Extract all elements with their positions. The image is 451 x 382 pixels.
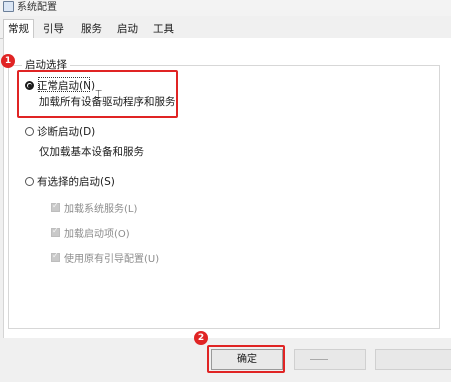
diagnostic-startup-description: 仅加载基本设备和服务 — [39, 146, 144, 158]
selective-startup-radio[interactable] — [25, 177, 34, 186]
tab-general[interactable]: 常规 — [3, 19, 34, 39]
step-2-badge: 2 — [194, 331, 208, 345]
diagnostic-startup-option[interactable]: 诊断启动(D) — [25, 124, 95, 139]
load-startup-items-label: 加载启动项(O) — [64, 229, 130, 240]
window-title: 系统配置 — [17, 2, 57, 13]
tab-services[interactable]: 服务 — [77, 22, 106, 37]
use-original-boot-config-option: 使用原有引导配置(U) — [51, 250, 159, 265]
cancel-button-text-blur — [310, 359, 328, 360]
tab-strip: 常规 引导 服务 启动 工具 — [0, 16, 451, 39]
selective-startup-option[interactable]: 有选择的启动(S) — [25, 174, 115, 189]
title-bar: 系统配置 — [0, 0, 451, 16]
diagnostic-startup-radio[interactable] — [25, 127, 34, 136]
load-system-services-label: 加载系统服务(L) — [64, 204, 138, 215]
step-1-badge: 1 — [1, 54, 15, 68]
cancel-button[interactable] — [294, 349, 366, 370]
tab-startup[interactable]: 启动 — [113, 22, 142, 37]
highlight-box-ok-button — [207, 345, 285, 373]
load-system-services-option: 加载系统服务(L) — [51, 200, 137, 215]
selective-startup-label: 有选择的启动(S) — [37, 176, 115, 188]
load-system-services-checkbox — [51, 201, 60, 212]
system-config-icon — [3, 1, 14, 12]
use-original-boot-config-label: 使用原有引导配置(U) — [64, 254, 160, 265]
load-startup-items-checkbox — [51, 226, 60, 237]
tab-boot[interactable]: 引导 — [39, 22, 68, 37]
use-original-boot-config-checkbox — [51, 251, 60, 262]
tab-tools[interactable]: 工具 — [149, 22, 178, 37]
highlight-box-normal-startup — [17, 70, 178, 118]
apply-button[interactable] — [375, 349, 451, 370]
diagnostic-startup-label: 诊断启动(D) — [37, 126, 96, 138]
load-startup-items-option: 加载启动项(O) — [51, 225, 130, 240]
